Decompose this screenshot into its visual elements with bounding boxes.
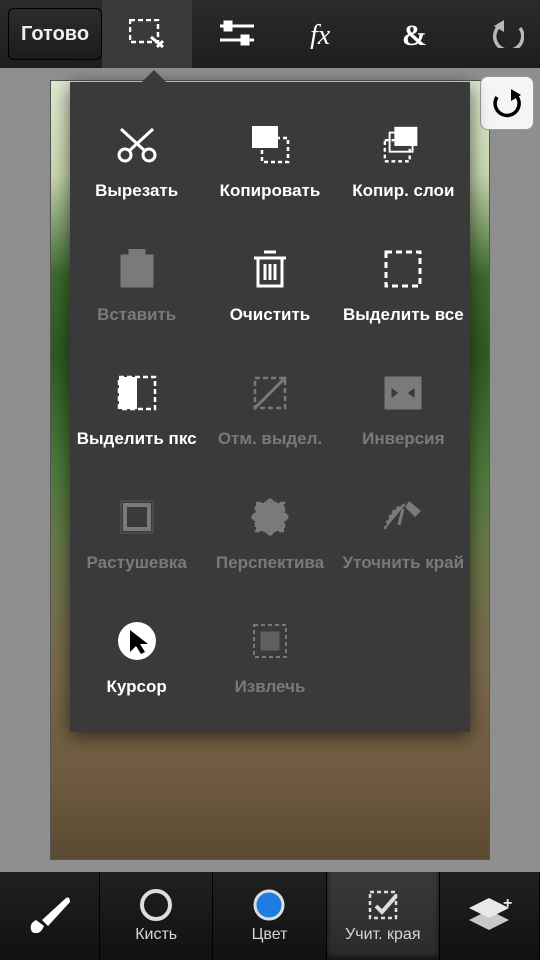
menu-item-copy-layers[interactable]: Копир. слои [337, 100, 470, 224]
tool-adjust-icon[interactable] [192, 0, 282, 68]
menu-item-label: Выделить все [343, 305, 464, 325]
layers-icon: + [465, 896, 513, 936]
redo-button[interactable] [480, 76, 534, 130]
menu-item-label: Копировать [220, 181, 321, 201]
tool-fx-icon[interactable]: fx [282, 0, 372, 68]
bottom-edges-label: Учит. края [345, 926, 420, 944]
menu-item-label: Выделить пкс [77, 429, 197, 449]
edges-check-icon [366, 888, 400, 922]
circle-outline-icon [139, 888, 173, 922]
refine-edge-icon [381, 495, 425, 539]
select-pixels-icon [115, 371, 159, 415]
brush-quick-icon[interactable] [0, 872, 100, 960]
bottom-color-label: Цвет [252, 926, 288, 944]
done-button-label: Готово [21, 23, 89, 46]
clipboard-icon [115, 247, 159, 291]
top-toolbar: Готово fx & [0, 0, 540, 68]
menu-item-select-all[interactable]: Выделить все [337, 224, 470, 348]
trash-icon [248, 247, 292, 291]
done-button[interactable]: Готово [8, 8, 102, 60]
invert-icon [381, 371, 425, 415]
menu-item-cut[interactable]: Вырезать [70, 100, 203, 224]
menu-item-label: Инверсия [362, 429, 444, 449]
svg-text:+: + [503, 896, 512, 912]
menu-item-label: Растушевка [87, 553, 187, 573]
bottom-toolbar: Кисть Цвет Учит. края + [0, 872, 540, 960]
menu-item-cursor[interactable]: Курсор [70, 596, 203, 720]
copy-icon [248, 123, 292, 167]
layers-button[interactable]: + [440, 872, 540, 960]
menu-item-label: Копир. слои [352, 181, 454, 201]
extract-icon [248, 619, 292, 663]
menu-item-label: Курсор [107, 677, 167, 697]
menu-item-deselect: Отм. выдел. [203, 348, 336, 472]
menu-item-clear[interactable]: Очистить [203, 224, 336, 348]
bottom-color-button[interactable]: Цвет [213, 872, 326, 960]
svg-text:&: & [402, 19, 427, 49]
menu-item-copy[interactable]: Копировать [203, 100, 336, 224]
menu-item-label: Уточнить край [343, 553, 465, 573]
menu-item-feather: Растушевка [70, 472, 203, 596]
feather-icon [115, 495, 159, 539]
cursor-icon [115, 619, 159, 663]
bottom-brush-label: Кисть [135, 926, 177, 944]
menu-item-invert: Инверсия [337, 348, 470, 472]
menu-item-label: Отм. выдел. [218, 429, 322, 449]
copy-layers-icon [381, 123, 425, 167]
menu-item-label: Перспектива [216, 553, 324, 573]
menu-item-extract: Извлечь [203, 596, 336, 720]
tool-selection-icon[interactable] [102, 0, 192, 68]
svg-text:fx: fx [310, 20, 331, 49]
menu-item-label: Извлечь [235, 677, 306, 697]
menu-item-perspective: Перспектива [203, 472, 336, 596]
color-circle-icon [252, 888, 286, 922]
bottom-edges-button[interactable]: Учит. края [327, 872, 440, 960]
menu-item-label: Очистить [230, 305, 311, 325]
menu-item-select-pixels[interactable]: Выделить пкс [70, 348, 203, 472]
undo-icon[interactable] [462, 0, 540, 68]
deselect-icon [248, 371, 292, 415]
top-icon-group: fx & [102, 0, 540, 68]
selection-menu-grid: Вырезать Копировать Копир. слои Вставить [70, 100, 470, 720]
menu-item-label: Вырезать [95, 181, 178, 201]
menu-item-refine-edge: Уточнить край [337, 472, 470, 596]
selection-menu-panel: Вырезать Копировать Копир. слои Вставить [70, 82, 470, 732]
menu-item-paste: Вставить [70, 224, 203, 348]
select-all-icon [381, 247, 425, 291]
menu-item-label: Вставить [97, 305, 176, 325]
bottom-brush-button[interactable]: Кисть [100, 872, 213, 960]
tool-text-icon[interactable]: & [372, 0, 462, 68]
scissors-icon [115, 123, 159, 167]
perspective-icon [248, 495, 292, 539]
